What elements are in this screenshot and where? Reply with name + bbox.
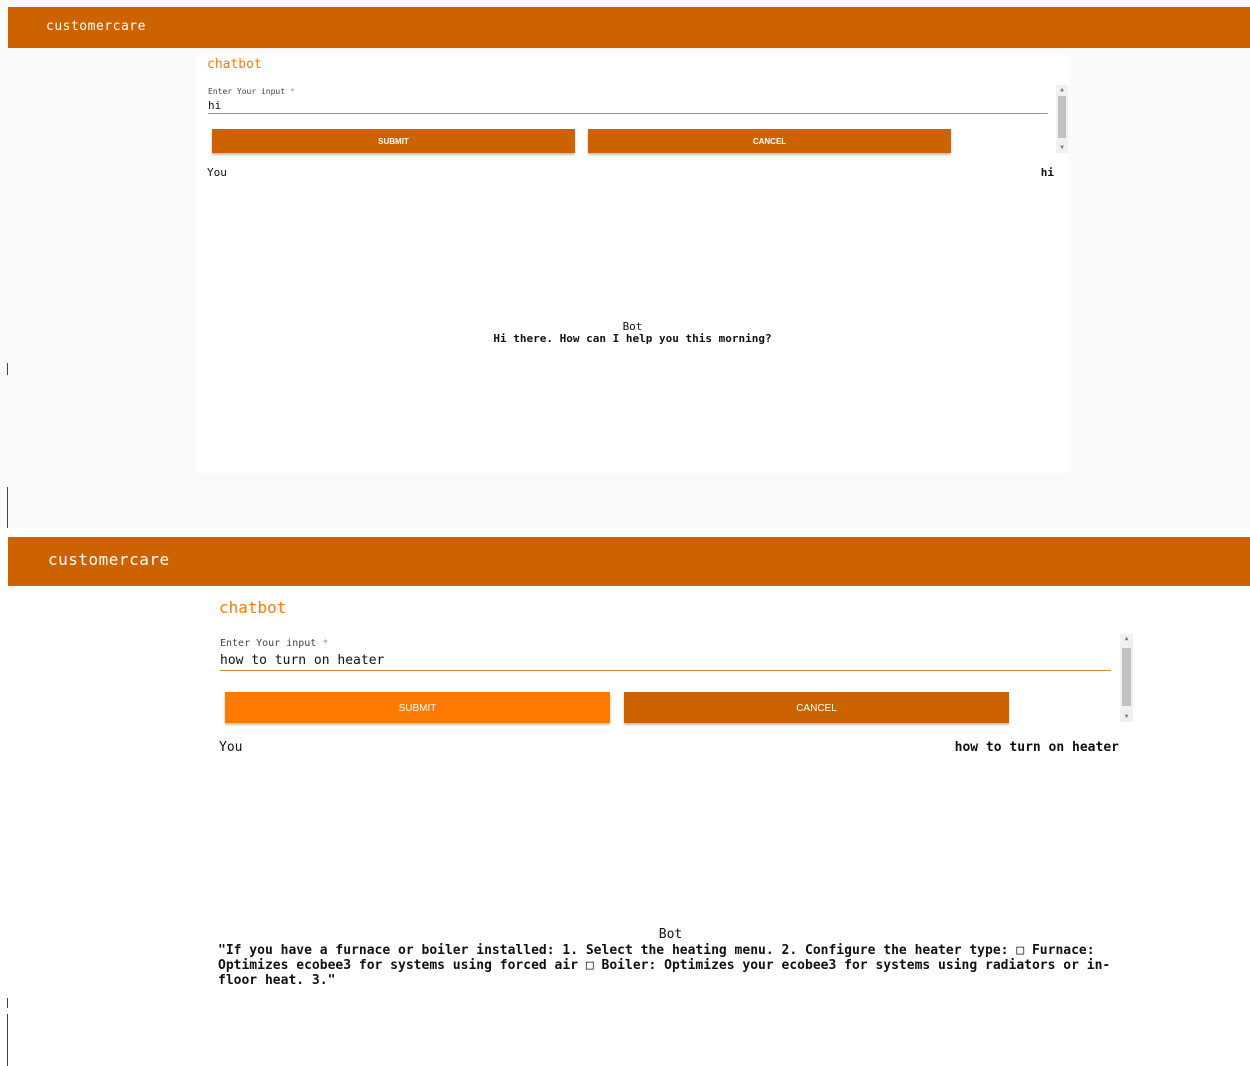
submit-button[interactable]: SUBMIT — [212, 129, 575, 153]
input-scrollbar[interactable]: ▲ ▼ — [1056, 85, 1068, 153]
left-divider — [7, 363, 8, 375]
user-message: how to turn on heater — [954, 740, 1119, 755]
chatbot-card: chatbot Enter Your input * ▲ ▼ SUBMIT CA… — [196, 55, 1069, 473]
input-label-text: Enter Your input — [220, 638, 317, 649]
cancel-button[interactable]: CANCEL — [624, 692, 1009, 723]
scroll-thumb[interactable] — [1122, 648, 1131, 706]
chat-input[interactable] — [220, 651, 1111, 671]
screenshot-panel-1: customercare chatbot Enter Your input * … — [0, 0, 1250, 528]
left-divider — [7, 998, 8, 1008]
scroll-up-icon[interactable]: ▲ — [1120, 634, 1133, 644]
left-divider — [7, 487, 8, 528]
input-label: Enter Your input * — [208, 87, 295, 96]
required-mark: * — [289, 87, 295, 96]
bot-message: Hi there. How can I help you this mornin… — [493, 332, 772, 345]
chat-input[interactable] — [208, 97, 1048, 114]
scroll-down-icon[interactable]: ▼ — [1120, 712, 1133, 722]
you-label: You — [207, 166, 227, 179]
input-scrollbar[interactable]: ▲ ▼ — [1120, 634, 1133, 722]
left-divider — [7, 1014, 8, 1066]
chatbot-card: chatbot Enter Your input * ▲ ▼ SUBMIT CA… — [207, 590, 1134, 1066]
scroll-up-icon[interactable]: ▲ — [1056, 85, 1068, 95]
you-label: You — [219, 740, 243, 755]
chatbot-heading: chatbot — [207, 57, 262, 72]
input-label: Enter Your input * — [220, 638, 328, 649]
chatbot-heading: chatbot — [219, 598, 287, 617]
scroll-thumb[interactable] — [1058, 96, 1066, 138]
cancel-button[interactable]: CANCEL — [588, 129, 951, 153]
submit-button[interactable]: SUBMIT — [225, 692, 610, 723]
app-bar: customercare — [8, 7, 1250, 48]
app-title: customercare — [48, 550, 170, 569]
scroll-down-icon[interactable]: ▼ — [1056, 143, 1068, 153]
screenshot-panel-2: customercare chatbot Enter Your input * … — [0, 528, 1250, 1066]
input-label-text: Enter Your input — [208, 87, 286, 96]
app-bar: customercare — [8, 537, 1250, 586]
user-message: hi — [1040, 166, 1054, 179]
app-title: customercare — [46, 19, 146, 34]
bot-message: "If you have a furnace or boiler install… — [218, 943, 1111, 988]
bot-label: Bot — [658, 927, 683, 942]
required-mark: * — [322, 638, 329, 649]
